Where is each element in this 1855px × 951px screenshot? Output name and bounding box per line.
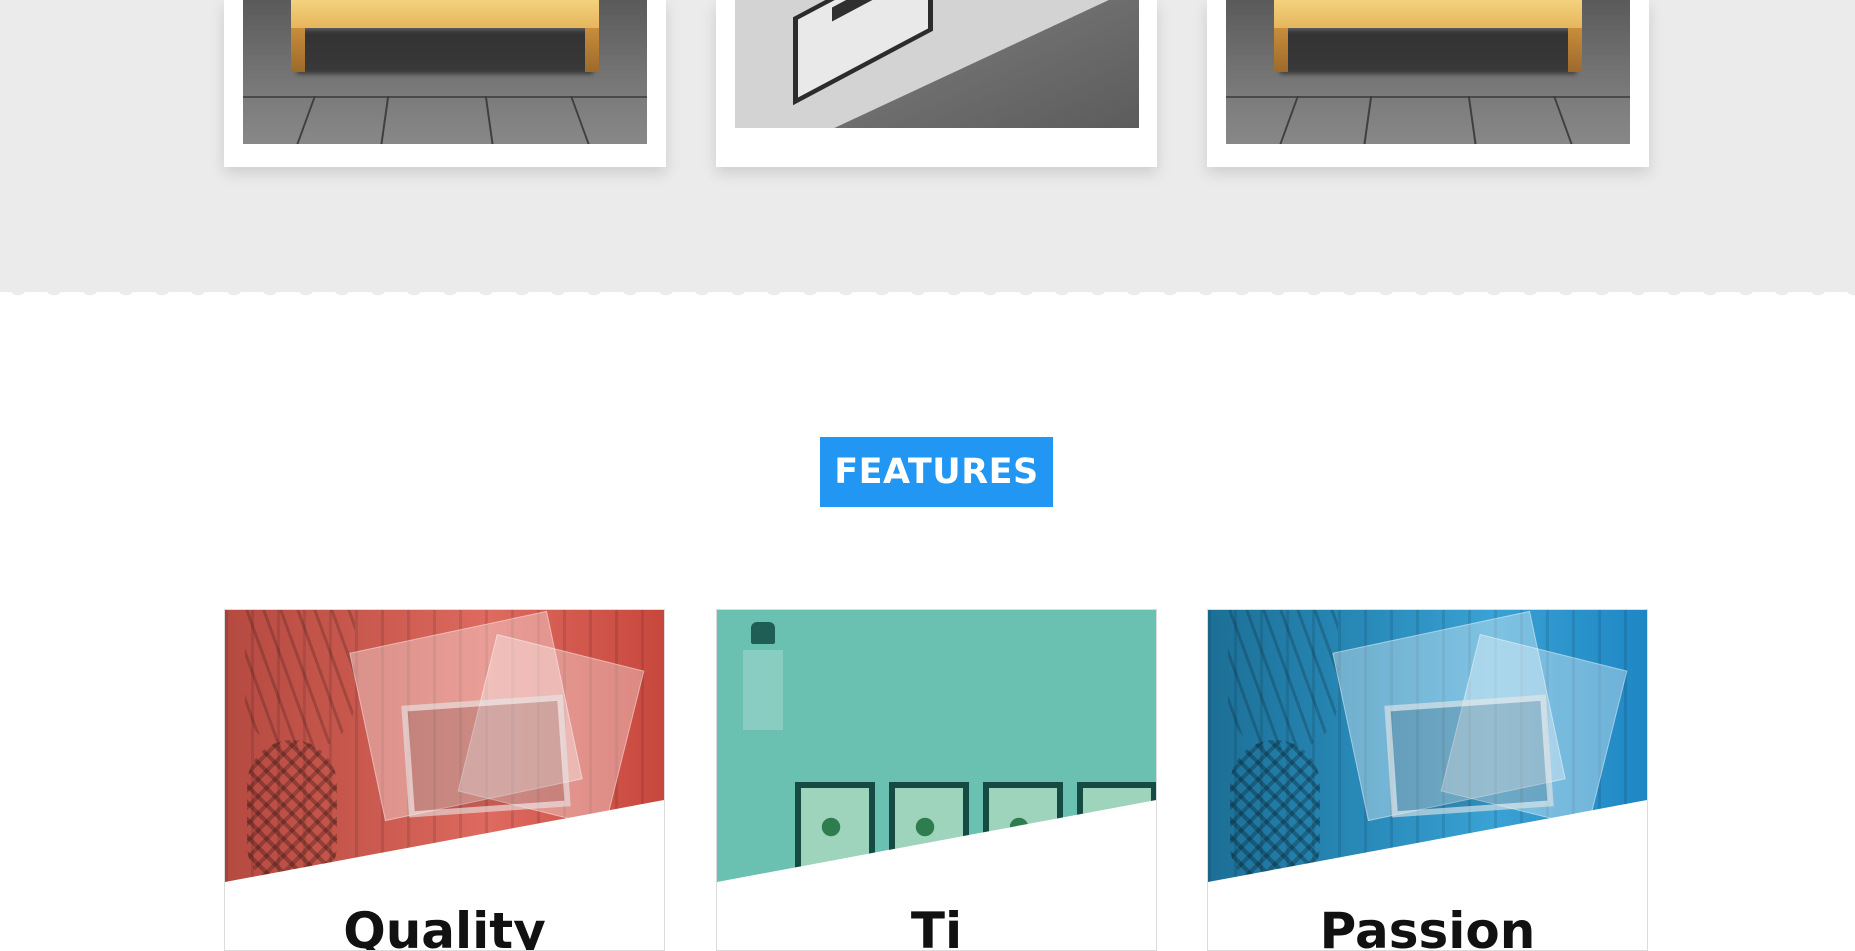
gallery-card-3[interactable] <box>1207 0 1649 167</box>
feature-card-quality[interactable]: Quality <box>224 609 665 951</box>
bench-photo <box>243 0 647 144</box>
bench-photo <box>1226 0 1630 144</box>
gallery-card-1[interactable] <box>224 0 666 167</box>
feature-title: Quality <box>343 902 546 951</box>
feature-title: Passion <box>1319 902 1536 951</box>
gallery-wall-photo <box>735 0 1139 128</box>
bench-icon <box>1274 0 1582 28</box>
features-heading: FEATURES <box>820 437 1053 507</box>
gallery-card-2[interactable] <box>716 0 1157 167</box>
bench-icon <box>291 0 599 28</box>
feature-title: Ti <box>910 902 963 951</box>
gallery-section <box>0 0 1855 292</box>
feature-card-passion[interactable]: Passion <box>1207 609 1648 951</box>
feature-card-time[interactable]: Ti <box>716 609 1157 951</box>
framed-plants-wall-photo <box>717 610 1156 882</box>
pineapple-postcards-photo <box>225 610 664 882</box>
scalloped-divider <box>0 286 1855 306</box>
pineapple-postcards-photo <box>1208 610 1647 882</box>
lamp-icon <box>751 622 775 644</box>
